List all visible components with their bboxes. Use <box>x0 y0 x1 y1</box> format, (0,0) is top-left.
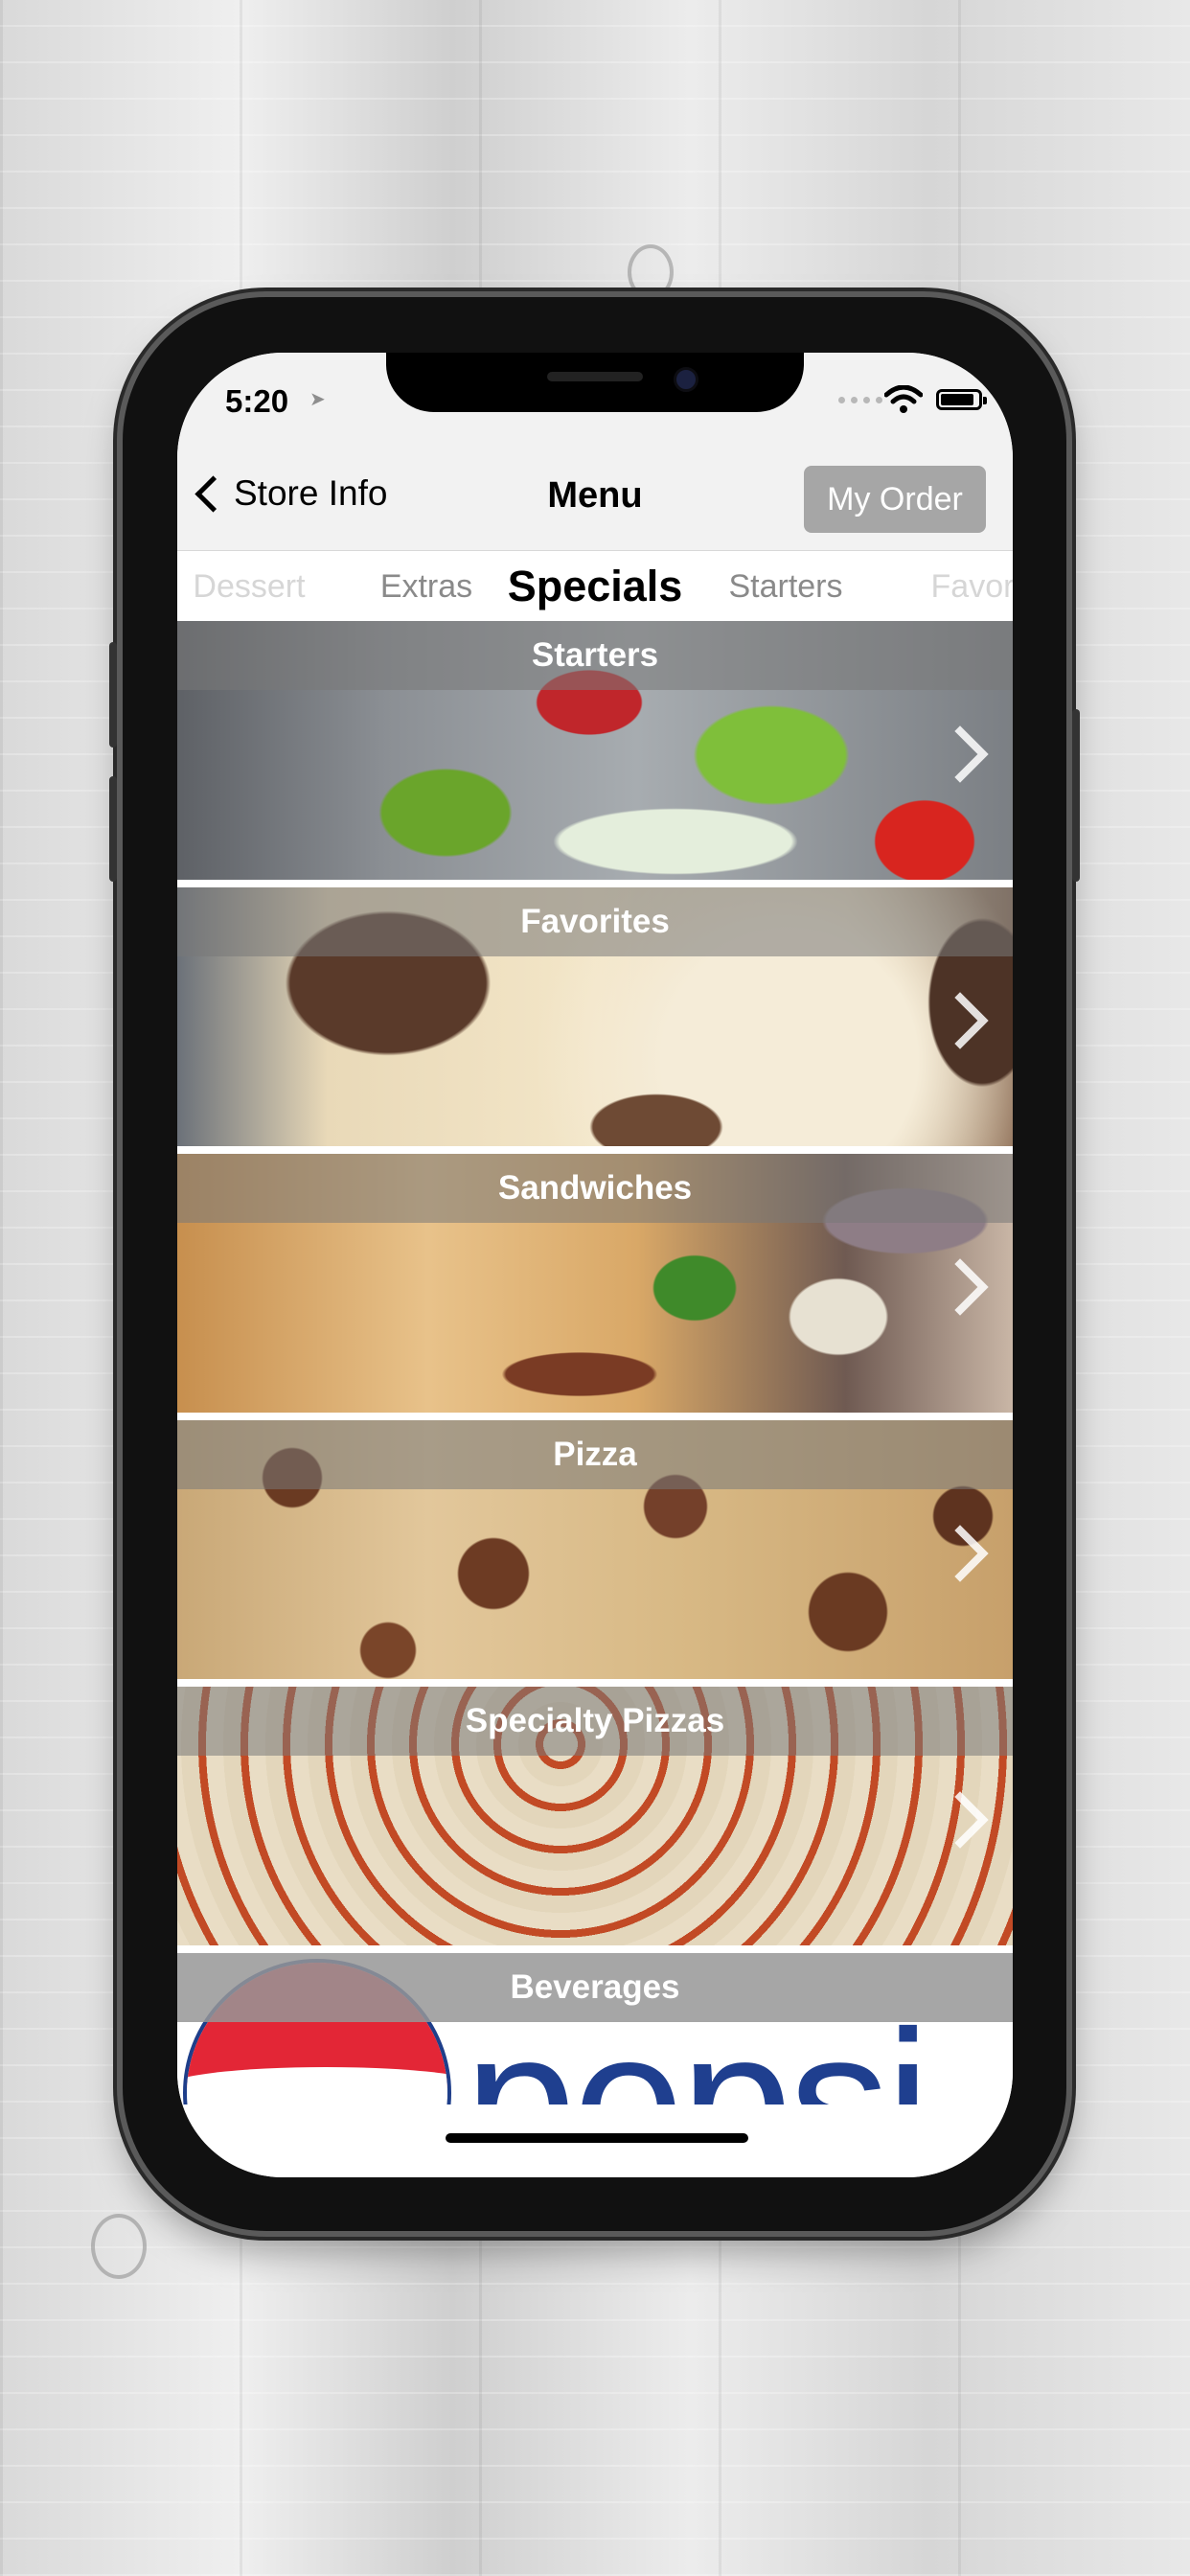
category-label-band: Specialty Pizzas <box>177 1687 1013 1756</box>
wifi-icon <box>884 385 923 413</box>
chevron-right-icon <box>931 725 989 783</box>
battery-icon <box>936 389 987 410</box>
chevron-right-icon <box>931 1258 989 1316</box>
phone-screen: 5:20 ➤ Store Info Menu My Order Dessert … <box>177 353 1013 2177</box>
wood-knot <box>628 244 674 300</box>
category-title: Sandwiches <box>497 1169 693 1207</box>
signal-dots-icon <box>838 397 882 403</box>
category-label-band: Pizza <box>177 1420 1013 1489</box>
category-card-starters[interactable]: Starters <box>177 621 1013 880</box>
my-order-button[interactable]: My Order <box>804 466 986 533</box>
category-card-favorites[interactable]: Favorites <box>177 887 1013 1146</box>
category-label-band: Starters <box>177 621 1013 690</box>
home-indicator-area <box>177 2104 1013 2177</box>
volume-button <box>109 642 117 748</box>
category-title: Specialty Pizzas <box>465 1702 725 1739</box>
category-list[interactable]: Starters Favorites Sandwiches Pizza Spec… <box>177 621 1013 2104</box>
notch <box>386 353 804 412</box>
speaker-grille <box>547 372 643 381</box>
volume-button <box>109 776 117 882</box>
chevron-right-icon <box>931 992 989 1049</box>
tab-favorites[interactable]: Favor <box>905 551 1013 622</box>
category-card-beverages[interactable]: pepsi Beverages <box>177 1953 1013 2104</box>
category-card-specialty-pizzas[interactable]: Specialty Pizzas <box>177 1687 1013 1945</box>
category-label-band: Beverages <box>177 1953 1013 2022</box>
tab-extras[interactable]: Extras <box>350 551 503 622</box>
home-indicator[interactable] <box>446 2133 748 2143</box>
chevron-left-icon <box>195 474 232 513</box>
front-camera <box>674 367 698 392</box>
tab-specials[interactable]: Specials <box>499 551 691 622</box>
category-title: Beverages <box>510 1968 680 2006</box>
status-time: 5:20 <box>225 383 289 419</box>
category-label-band: Sandwiches <box>177 1154 1013 1223</box>
chevron-right-icon <box>931 2052 989 2104</box>
navigation-bar: Store Info Menu My Order <box>177 448 1013 551</box>
chevron-right-icon <box>931 1525 989 1582</box>
category-title: Pizza <box>553 1436 637 1473</box>
tab-starters[interactable]: Starters <box>704 551 867 622</box>
category-label-band: Favorites <box>177 887 1013 956</box>
tab-dessert[interactable]: Dessert <box>177 551 321 622</box>
category-tab-bar[interactable]: Dessert Extras Specials Starters Favor <box>177 551 1013 624</box>
category-title: Favorites <box>520 903 670 940</box>
back-button-label: Store Info <box>234 473 388 513</box>
category-card-sandwiches[interactable]: Sandwiches <box>177 1154 1013 1413</box>
power-button <box>1072 709 1080 882</box>
category-card-pizza[interactable]: Pizza <box>177 1420 1013 1679</box>
location-arrow-icon: ➤ <box>309 389 326 410</box>
chevron-right-icon <box>931 1791 989 1849</box>
category-title: Starters <box>531 636 659 674</box>
back-button[interactable]: Store Info <box>191 473 387 514</box>
wood-knot <box>91 2214 147 2279</box>
